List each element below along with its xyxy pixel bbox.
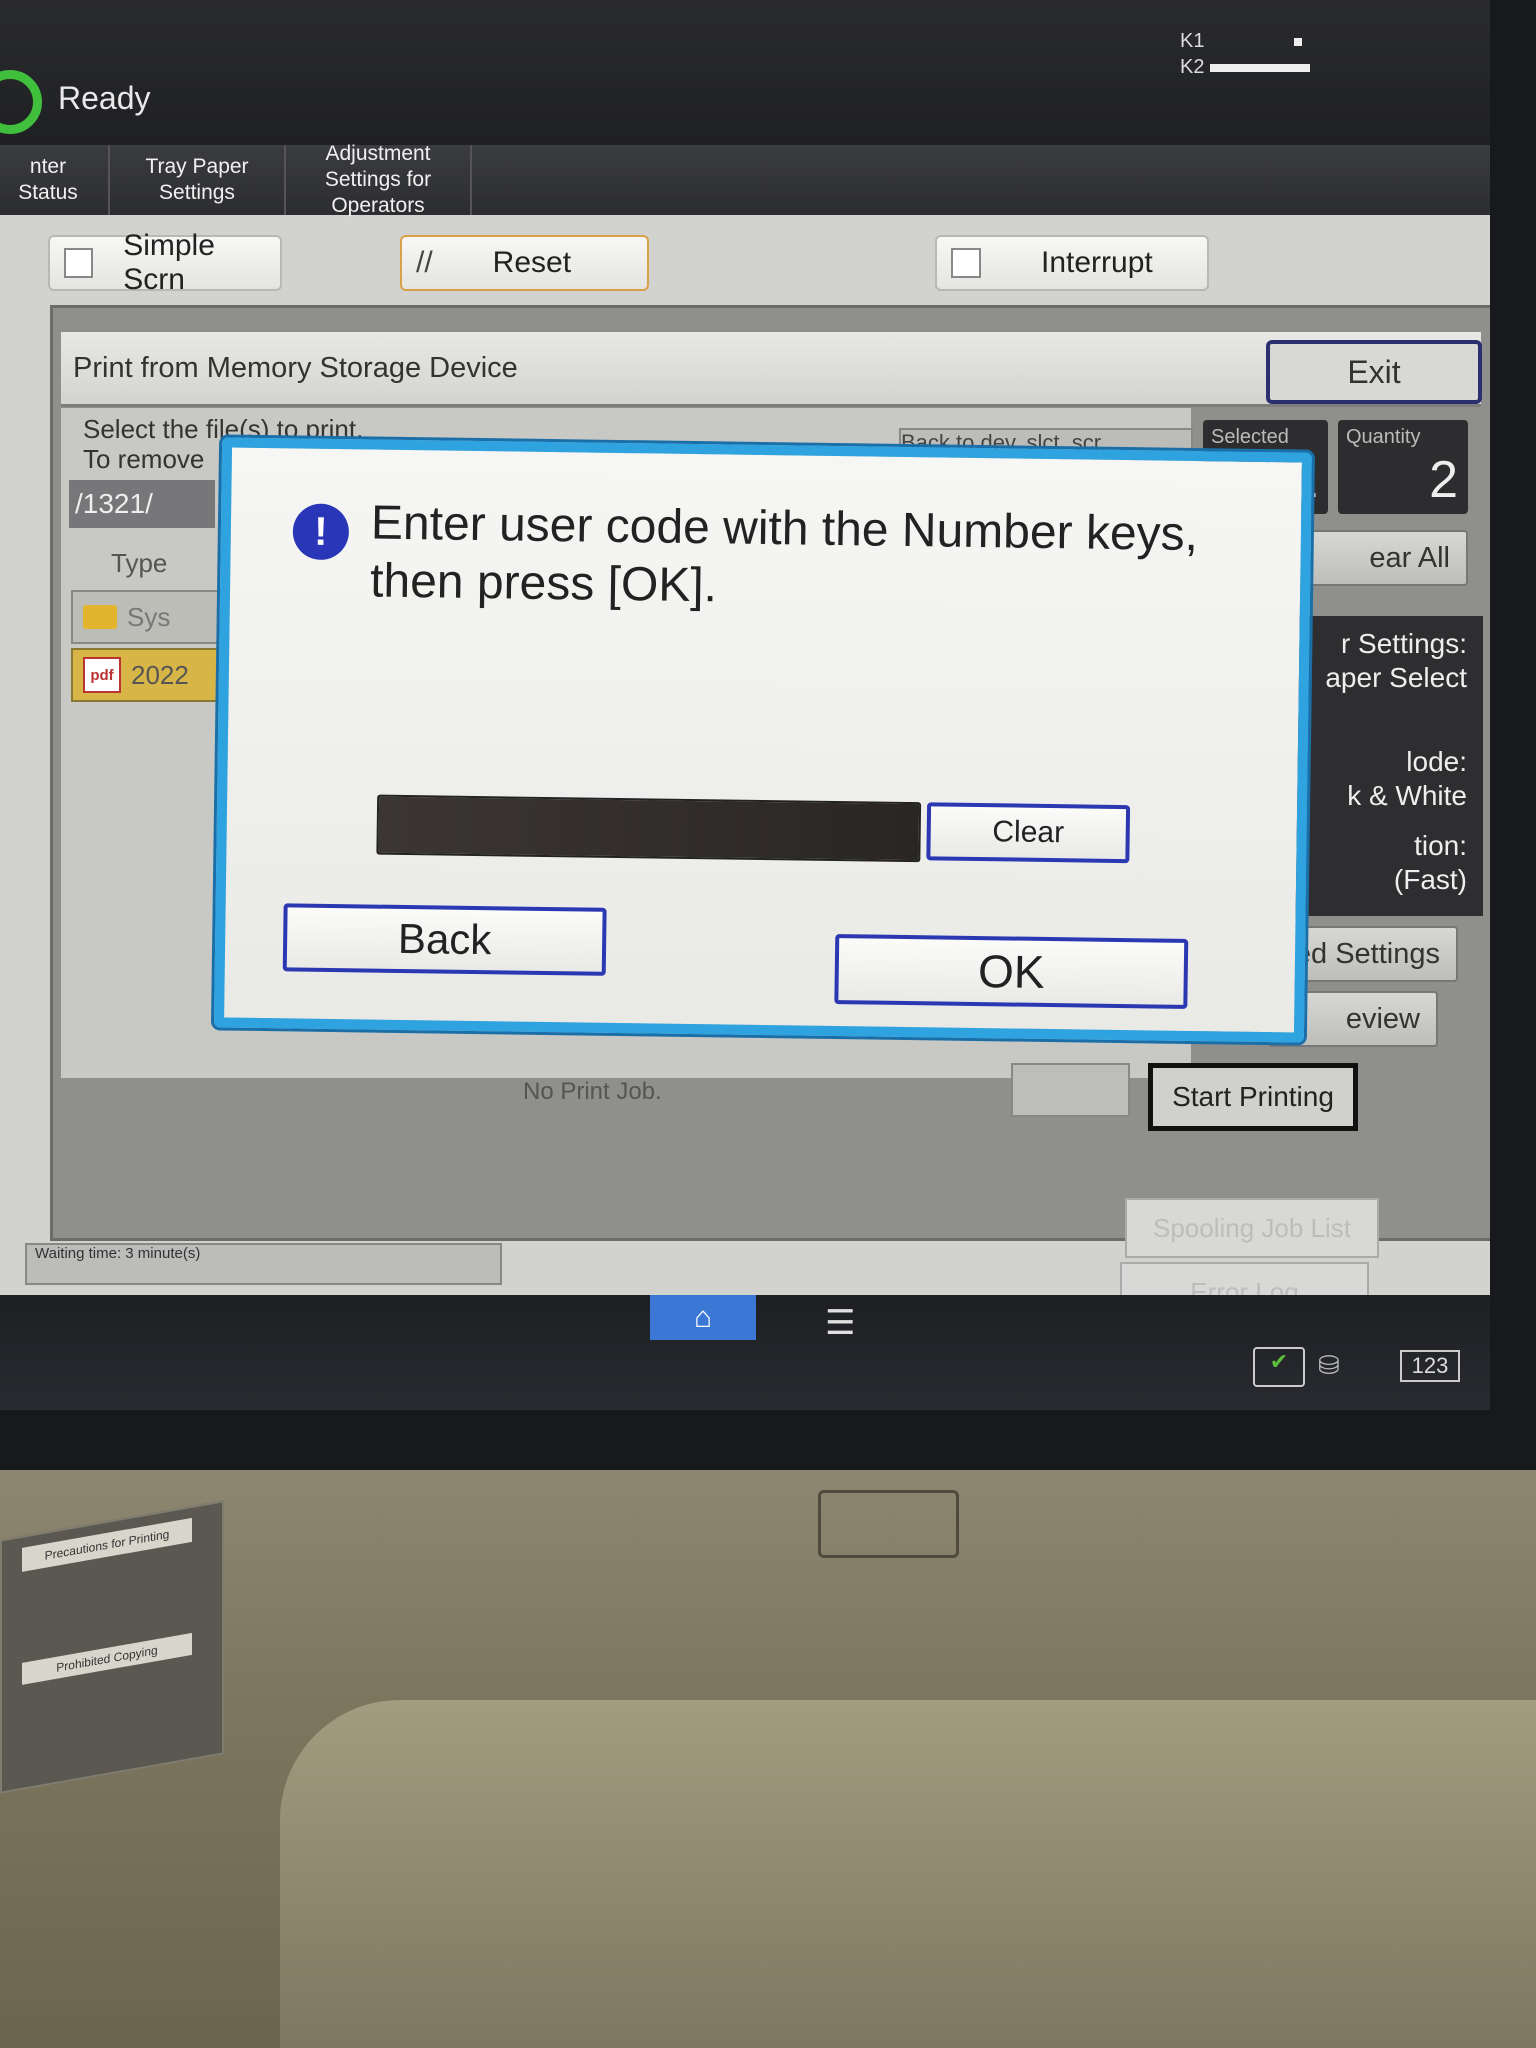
- tab-tray-paper-settings[interactable]: Tray Paper Settings: [110, 145, 286, 215]
- resolution-label: tion:: [1414, 830, 1467, 861]
- menu-icon[interactable]: ☰: [825, 1303, 855, 1343]
- folder-icon: [83, 605, 117, 629]
- user-code-dialog: ! Enter user code with the Number keys, …: [213, 437, 1313, 1043]
- app-title: Print from Memory Storage Device: [73, 352, 518, 384]
- file-row[interactable]: Sys: [71, 590, 225, 644]
- sticker-heading-prohibited: Prohibited Copying: [22, 1632, 192, 1685]
- navigation-bar: ⌂ ☰ ✔ ⛁ 123: [0, 1295, 1490, 1410]
- toner-k1-bar: [1294, 37, 1303, 46]
- instruction-line-2: To remove: [83, 444, 205, 474]
- current-path: /1321/: [69, 480, 215, 528]
- file-name: 2022: [131, 659, 189, 690]
- ok-button[interactable]: OK: [834, 934, 1189, 1009]
- ready-status-text: Ready: [58, 80, 151, 116]
- back-button[interactable]: Back: [282, 903, 607, 976]
- simple-screen-checkbox: [64, 248, 94, 278]
- quantity-counter[interactable]: Quantity 2: [1338, 420, 1468, 514]
- pdf-file-icon: pdf: [83, 657, 121, 693]
- card-reader-slot: [818, 1490, 959, 1558]
- toner-k1-label: K1: [1180, 30, 1205, 52]
- color-mode-value: k & White: [1347, 780, 1467, 811]
- touch-screen: Ready K1 K2 nter Status Tray Paper Setti…: [0, 0, 1490, 1410]
- ready-status-icon: [0, 70, 42, 134]
- toner-k2-label: K2: [1180, 56, 1205, 78]
- waiting-time-status: Waiting time: 3 minute(s): [25, 1243, 502, 1285]
- app-title-bar: Print from Memory Storage Device Exit: [61, 332, 1482, 407]
- resolution-value: (Fast): [1393, 864, 1467, 895]
- reset-button[interactable]: // Reset: [400, 235, 649, 291]
- interrupt-checkbox: [951, 248, 981, 278]
- interrupt-button[interactable]: Interrupt: [935, 235, 1209, 291]
- tab-printer-status[interactable]: nter Status: [0, 145, 110, 215]
- start-printing-button[interactable]: Start Printing: [1148, 1063, 1358, 1131]
- spooling-job-list-button[interactable]: Spooling Job List: [1125, 1198, 1379, 1258]
- toner-levels: K1 K2: [1180, 28, 1311, 80]
- interrupt-label: Interrupt: [1041, 246, 1153, 279]
- reset-label: Reset: [492, 246, 572, 279]
- memory-storage-icon[interactable]: ✔: [1253, 1347, 1305, 1387]
- home-button[interactable]: ⌂: [650, 1295, 756, 1340]
- status-bar: Ready K1 K2: [0, 0, 1490, 145]
- file-name: Sys: [127, 601, 171, 632]
- exclamation-icon: !: [292, 503, 350, 561]
- quantity-label: Quantity: [1346, 426, 1421, 448]
- simple-screen-label: Simple Scrn: [123, 229, 215, 296]
- function-tabs: nter Status Tray Paper Settings Adjustme…: [0, 142, 1490, 217]
- precautions-sticker: Precautions for Printing Prohibited Copy…: [0, 1500, 224, 1794]
- tab-adjustment-settings[interactable]: Adjustment Settings for Operators: [286, 142, 472, 217]
- simple-screen-button[interactable]: Simple Scrn: [48, 229, 282, 296]
- toner-k2-bar: [1210, 63, 1311, 72]
- home-icon: ⌂: [693, 1300, 713, 1334]
- dialog-message: Enter user code with the Number keys, th…: [369, 496, 1199, 613]
- no-print-job-text: No Print Job.: [523, 1078, 662, 1105]
- display-bezel: Ready K1 K2 nter Status Tray Paper Setti…: [0, 0, 1536, 1520]
- paper-tray: [280, 1700, 1536, 2048]
- color-mode-label: lode:: [1406, 746, 1467, 777]
- selected-label: Selected: [1211, 426, 1289, 448]
- numeric-keypad-button[interactable]: 123: [1400, 1350, 1460, 1382]
- scroll-down-button[interactable]: [1011, 1063, 1130, 1117]
- data-storage-icon: ⛁: [1318, 1350, 1340, 1380]
- exit-button[interactable]: Exit: [1266, 340, 1482, 404]
- file-row-selected[interactable]: pdf 2022: [71, 648, 225, 702]
- reset-icon: //: [416, 246, 433, 279]
- clear-button[interactable]: Clear: [926, 802, 1131, 864]
- paper-settings-value: aper Select: [1325, 662, 1467, 693]
- paper-settings-label: r Settings:: [1340, 628, 1467, 659]
- type-column-header: Type: [111, 548, 168, 578]
- user-code-field[interactable]: [376, 794, 922, 863]
- quantity-value: 2: [1429, 451, 1458, 509]
